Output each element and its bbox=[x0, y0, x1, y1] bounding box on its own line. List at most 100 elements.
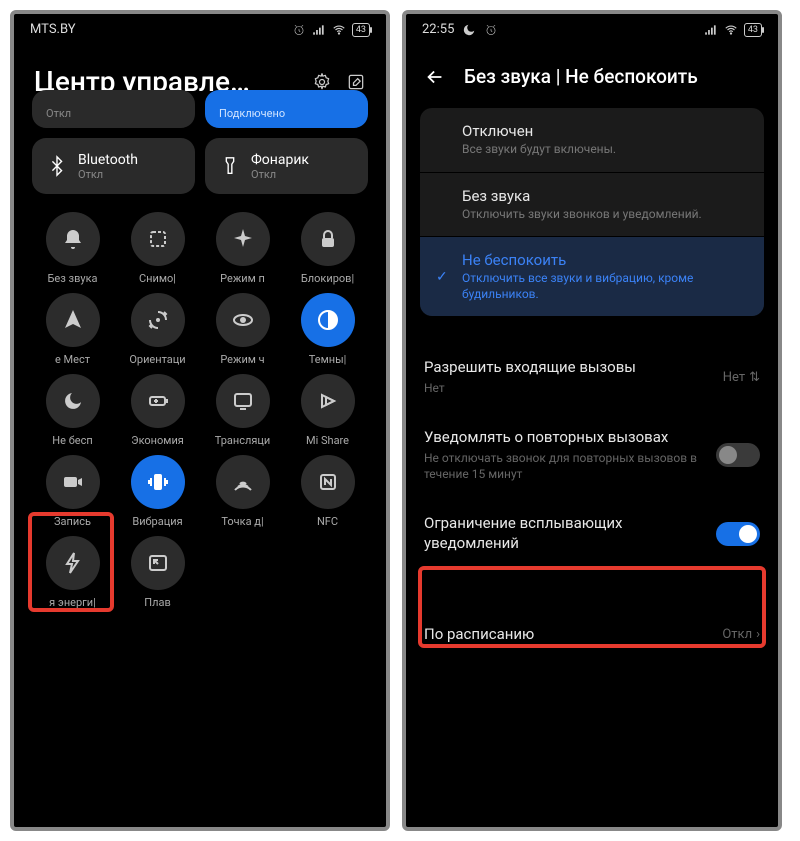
setting-value: Нет ⇅ bbox=[723, 370, 760, 385]
nfc-icon bbox=[301, 455, 355, 509]
setting-sub: Не отключать звонок для повторных вызово… bbox=[424, 451, 702, 482]
qs-tile-record[interactable]: Запись bbox=[32, 455, 113, 528]
tile-top-2[interactable]: Подключено bbox=[205, 90, 368, 128]
qs-label: Плав bbox=[144, 596, 170, 609]
option-sub: Все звуки будут включены. bbox=[462, 142, 616, 158]
time-label: 22:55 bbox=[422, 22, 454, 37]
chevron-right-icon: › bbox=[756, 627, 760, 642]
qs-tile-nfc[interactable]: NFC bbox=[287, 455, 368, 528]
qs-tile-theme[interactable]: Темны| bbox=[287, 293, 368, 366]
option-off[interactable]: ✓ ОтключенВсе звуки будут включены. bbox=[420, 108, 764, 173]
setting-title: Разрешить входящие вызовы bbox=[424, 358, 636, 378]
option-title: Без звука bbox=[462, 187, 702, 205]
setting-title: Ограничение всплывающих уведомлений bbox=[424, 514, 702, 553]
vibrate-icon bbox=[131, 455, 185, 509]
setting-allow-calls[interactable]: Разрешить входящие вызовы Нет Нет ⇅ bbox=[406, 342, 778, 412]
setting-schedule[interactable]: По расписанию Откл › bbox=[406, 609, 778, 661]
qs-tile-lock[interactable]: Блокиров| bbox=[287, 212, 368, 285]
qs-label: Mi Share bbox=[306, 434, 349, 447]
lock-icon bbox=[301, 212, 355, 266]
location-icon bbox=[46, 293, 100, 347]
setting-title: По расписанию bbox=[424, 625, 534, 645]
cast-icon bbox=[216, 374, 270, 428]
tile-sub: Откл bbox=[251, 168, 309, 181]
qs-label: Ориентаци bbox=[129, 353, 185, 366]
qs-tile-screenshot[interactable]: Снимо| bbox=[117, 212, 198, 285]
qs-tile-hotspot[interactable]: Точка д| bbox=[202, 455, 283, 528]
qs-label: NFC bbox=[317, 515, 338, 528]
qs-tile-airplane[interactable]: Режим п bbox=[202, 212, 283, 285]
qs-label: Вибрация bbox=[132, 515, 182, 528]
statusbar-right: 43 bbox=[704, 23, 762, 37]
qs-label: Не бесп bbox=[52, 434, 92, 447]
qs-label: Темны| bbox=[309, 353, 347, 366]
qs-label: Снимо| bbox=[139, 272, 176, 285]
pip-icon bbox=[131, 536, 185, 590]
moon-icon bbox=[462, 23, 476, 37]
tile-bluetooth[interactable]: BluetoothОткл bbox=[32, 138, 195, 194]
qs-tile-rotation[interactable]: Ориентаци bbox=[117, 293, 198, 366]
option-dnd[interactable]: ✓ Не беспокоить Отключить все звуки и виб… bbox=[420, 237, 764, 316]
page-title: Без звука | Не беспокоить bbox=[464, 65, 698, 88]
setting-value: Откл › bbox=[722, 627, 760, 642]
option-title: Не беспокоить bbox=[462, 251, 748, 269]
qs-tile-battery-saver[interactable]: Экономия bbox=[117, 374, 198, 447]
qs-tile-eye[interactable]: Режим ч bbox=[202, 293, 283, 366]
tile-title: Фонарик bbox=[251, 152, 309, 168]
option-sub: Отключить звуки звонков и уведомлений. bbox=[462, 207, 702, 223]
toggle-off[interactable] bbox=[716, 443, 760, 467]
qs-tile-mishare[interactable]: Mi Share bbox=[287, 374, 368, 447]
back-icon[interactable] bbox=[424, 66, 446, 88]
moon-icon bbox=[46, 374, 100, 428]
edit-icon[interactable] bbox=[346, 72, 366, 92]
qs-tile-bolt[interactable]: я энерги| bbox=[32, 536, 113, 609]
qs-tile-cast[interactable]: Трансляци bbox=[202, 374, 283, 447]
setting-popup-limit[interactable]: Ограничение всплывающих уведомлений bbox=[406, 498, 778, 569]
setting-repeat-calls[interactable]: Уведомлять о повторных вызовах Не отключа… bbox=[406, 412, 778, 498]
record-icon bbox=[46, 455, 100, 509]
check-icon: ✓ bbox=[436, 269, 452, 285]
statusbar: MTS.BY 43 bbox=[14, 14, 386, 45]
bolt-icon bbox=[46, 536, 100, 590]
bluetooth-icon bbox=[46, 155, 68, 177]
qs-label: Точка д| bbox=[221, 515, 263, 528]
signal-icon bbox=[704, 23, 718, 37]
option-silent[interactable]: ✓ Без звукаОтключить звуки звонков и уве… bbox=[420, 173, 764, 238]
qs-tile-bell[interactable]: Без звука bbox=[32, 212, 113, 285]
top-tiles-cut: Откл Подключено bbox=[14, 108, 386, 128]
flashlight-icon bbox=[219, 155, 241, 177]
qs-tile-location[interactable]: е Мест bbox=[32, 293, 113, 366]
phone-control-center: MTS.BY 43 Центр управле… Откл Подключено… bbox=[10, 10, 390, 831]
setting-title: Уведомлять о повторных вызовах bbox=[424, 428, 702, 448]
option-sub: Отключить все звуки и вибрацию, кроме бу… bbox=[462, 271, 748, 302]
battery-indicator: 43 bbox=[352, 23, 370, 37]
qs-label: я энерги| bbox=[49, 596, 96, 609]
tile-top-1[interactable]: Откл bbox=[32, 90, 195, 128]
alarm-icon bbox=[292, 23, 306, 37]
qs-label: Трансляци bbox=[215, 434, 271, 447]
qs-label: е Мест bbox=[55, 353, 90, 366]
qs-tile-pip[interactable]: Плав bbox=[117, 536, 198, 609]
hotspot-icon bbox=[216, 455, 270, 509]
wifi-icon bbox=[332, 23, 346, 37]
airplane-icon bbox=[216, 212, 270, 266]
qs-tile-vibrate[interactable]: Вибрация bbox=[117, 455, 198, 528]
toggle-on[interactable] bbox=[716, 522, 760, 546]
screenshot-icon bbox=[131, 212, 185, 266]
qs-label: Блокиров| bbox=[301, 272, 354, 285]
settings-icon[interactable] bbox=[312, 72, 332, 92]
wifi-icon bbox=[724, 23, 738, 37]
phone-dnd-settings: 22:55 43 Без звука | Не беспокоить ✓ Отк… bbox=[402, 10, 782, 831]
statusbar-right: 43 bbox=[292, 23, 370, 37]
wide-tiles: BluetoothОткл ФонарикОткл bbox=[14, 138, 386, 194]
battery-saver-icon bbox=[131, 374, 185, 428]
qs-label: Запись bbox=[54, 515, 91, 528]
tile-flashlight[interactable]: ФонарикОткл bbox=[205, 138, 368, 194]
theme-icon bbox=[301, 293, 355, 347]
qs-tile-moon[interactable]: Не бесп bbox=[32, 374, 113, 447]
setting-sub: Нет bbox=[424, 381, 636, 397]
statusbar: 22:55 43 bbox=[406, 14, 778, 45]
mishare-icon bbox=[301, 374, 355, 428]
qs-label: Режим п bbox=[220, 272, 265, 285]
signal-icon bbox=[312, 23, 326, 37]
